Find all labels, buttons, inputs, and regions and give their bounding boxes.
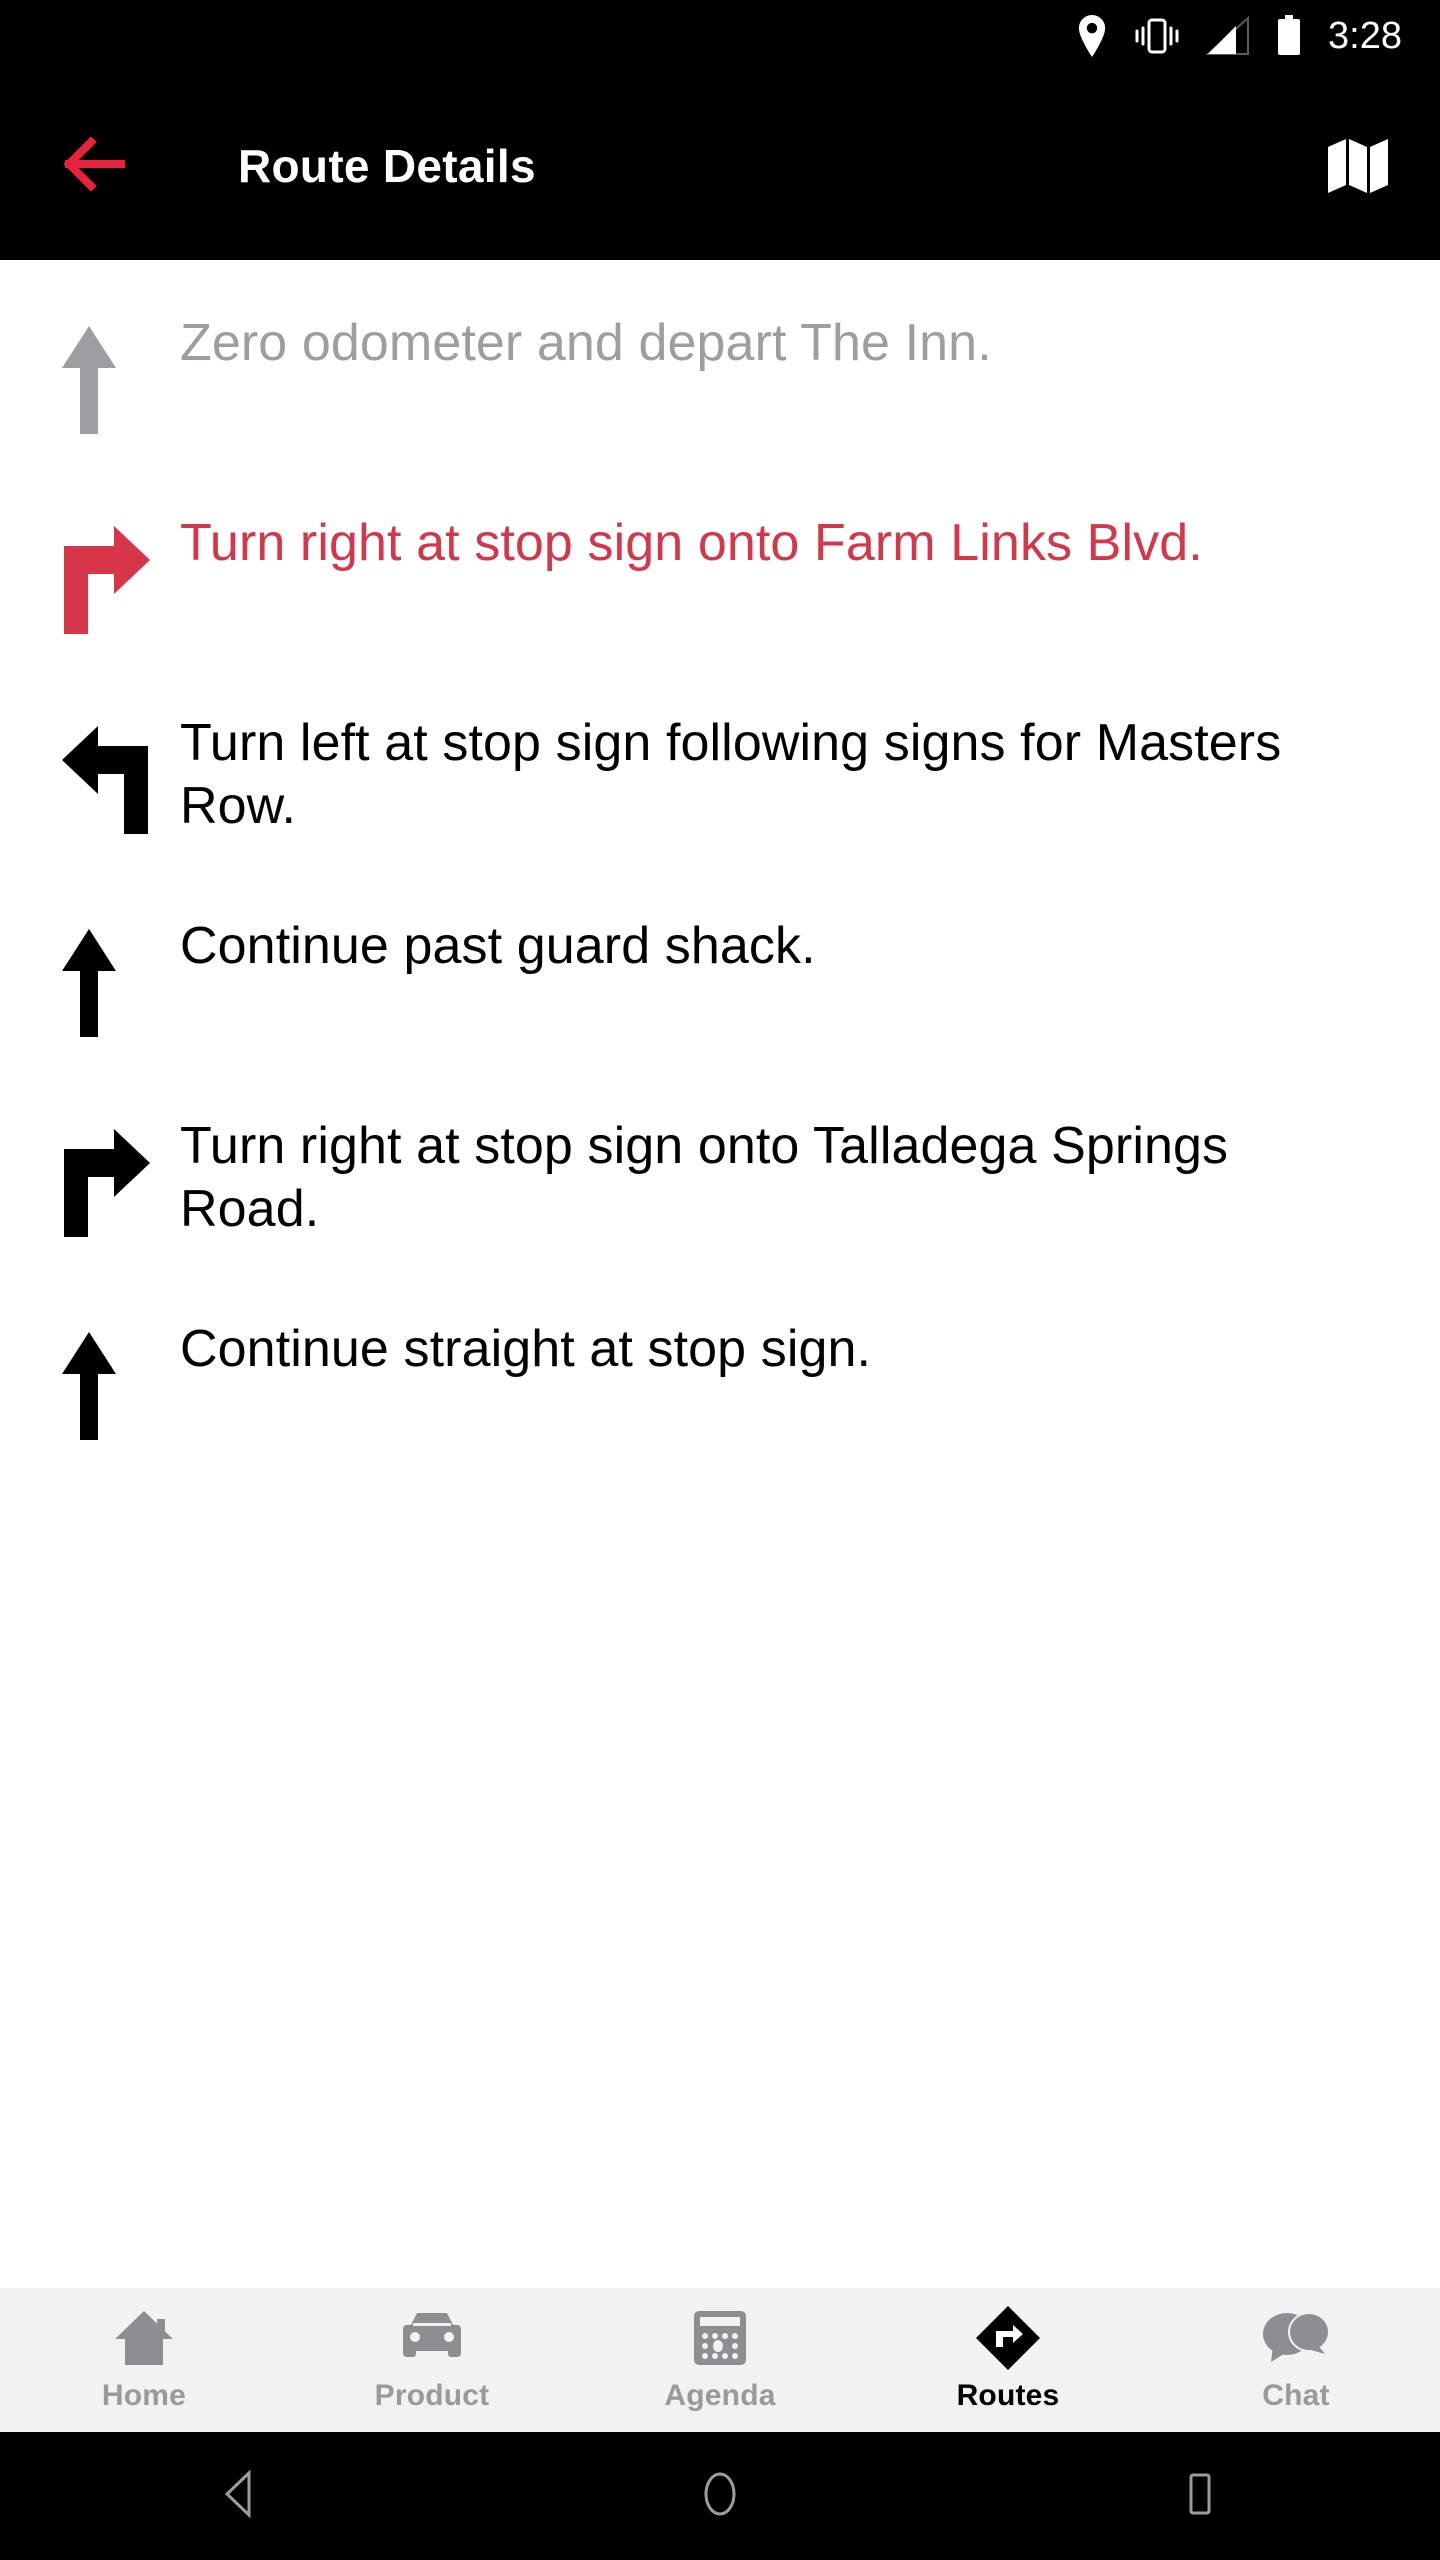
route-step-text: Turn right at stop sign onto Talladega S… [180, 1116, 1229, 1239]
nav-tab-chat[interactable]: Chat [1152, 2288, 1440, 2432]
status-bar: 3:28 [0, 0, 1440, 72]
nav-tab-label: Product [374, 2379, 490, 2412]
nav-tab-label: Agenda [664, 2379, 776, 2412]
calculator-icon [692, 2307, 748, 2369]
route-step-item[interactable]: Turn right at stop sign onto Farm Links … [0, 474, 1440, 674]
route-step-text: Turn left at stop sign following signs f… [180, 714, 1282, 836]
android-back-button[interactable] [165, 2432, 315, 2560]
turn-right-icon [52, 512, 172, 636]
android-system-nav [0, 2432, 1440, 2560]
arrow-straight-icon [52, 1318, 172, 1442]
route-diamond-icon [975, 2306, 1041, 2370]
car-icon [399, 2307, 465, 2369]
route-step-item[interactable]: Turn left at stop sign following signs f… [0, 674, 1440, 877]
chat-bubbles-icon [1261, 2307, 1331, 2369]
phone-screen: 3:28 Route Details Zero odometer and dep… [0, 0, 1440, 2560]
page-title: Route Details [238, 140, 536, 192]
battery-icon [1276, 15, 1302, 57]
square-recents-icon [1177, 2469, 1223, 2524]
house-icon [113, 2307, 175, 2369]
android-recents-button[interactable] [1125, 2432, 1275, 2560]
route-step-text: Turn right at stop sign onto Farm Links … [180, 514, 1203, 572]
map-icon [1324, 131, 1392, 202]
location-pin-icon [1076, 15, 1108, 57]
route-step-text: Zero odometer and depart The Inn. [180, 314, 992, 372]
view-map-button[interactable] [1320, 128, 1396, 204]
app-bar: Route Details [0, 72, 1440, 260]
nav-tab-label: Routes [956, 2379, 1060, 2412]
status-icon-group [1076, 15, 1302, 57]
triangle-back-icon [217, 2468, 263, 2524]
turn-left-icon [52, 712, 172, 836]
android-home-button[interactable] [645, 2432, 795, 2560]
route-step-item[interactable]: Zero odometer and depart The Inn. [0, 274, 1440, 474]
arrow-straight-icon [52, 312, 172, 436]
turn-right-icon [52, 1115, 172, 1239]
status-bar-clock: 3:28 [1328, 14, 1402, 57]
back-arrow-icon [61, 134, 133, 199]
route-step-item[interactable]: Turn right at stop sign onto Talladega S… [0, 1076, 1440, 1280]
nav-tab-product[interactable]: Product [288, 2288, 576, 2432]
bottom-navigation-bar: Home Product Agenda Routes Chat [0, 2288, 1440, 2432]
arrow-straight-icon [52, 915, 172, 1039]
nav-tab-agenda[interactable]: Agenda [576, 2288, 864, 2432]
signal-bars-icon [1206, 16, 1250, 56]
route-steps-list[interactable]: Zero odometer and depart The Inn. Turn r… [0, 260, 1440, 2560]
vibrate-icon [1134, 16, 1180, 56]
route-step-text: Continue straight at stop sign. [180, 1319, 872, 1378]
nav-tab-label: Home [101, 2379, 187, 2412]
route-step-text: Continue past guard shack. [180, 916, 816, 975]
back-button[interactable] [60, 129, 134, 203]
nav-tab-home[interactable]: Home [0, 2288, 288, 2432]
route-step-item[interactable]: Continue past guard shack. [0, 876, 1440, 1077]
route-step-item[interactable]: Continue straight at stop sign. [0, 1279, 1440, 1480]
nav-tab-routes[interactable]: Routes [864, 2288, 1152, 2432]
circle-home-icon [697, 2469, 743, 2524]
nav-tab-label: Chat [1262, 2379, 1330, 2412]
